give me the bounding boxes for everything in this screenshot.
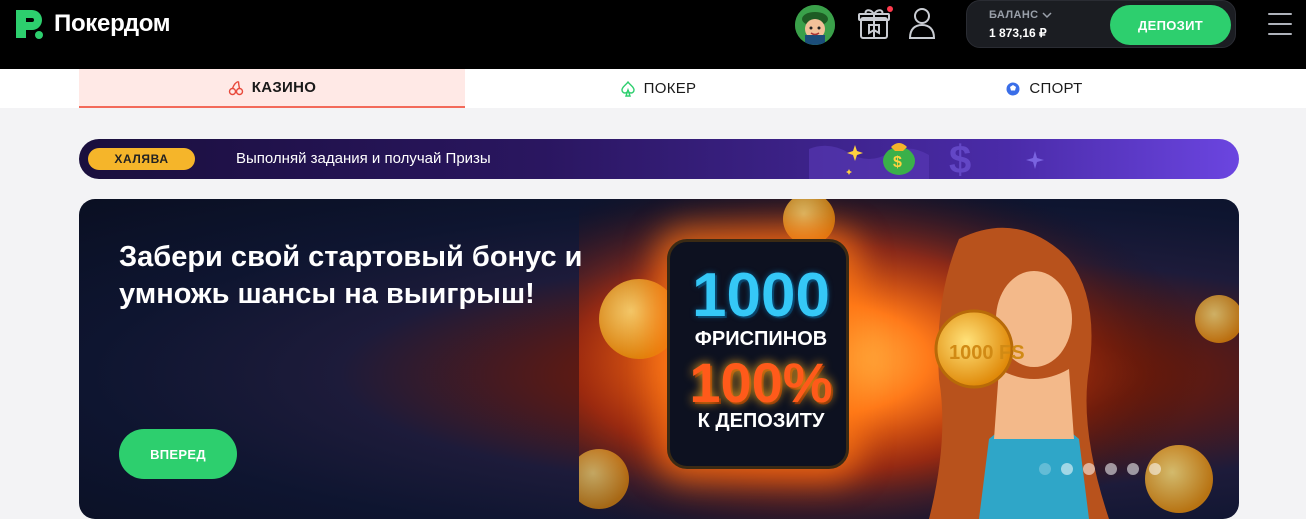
gift-icon[interactable] [858,6,890,40]
brand-name: Покердом [54,10,171,37]
carousel-dot[interactable] [1105,463,1117,475]
tab-poker-label: ПОКЕР [643,80,697,97]
promo-text: Выполняй задания и получай Призы [236,150,491,167]
chevron-down-icon [1041,12,1052,19]
spade-icon [620,80,635,97]
ball-icon [1006,82,1020,95]
money-bag-icon: $ $ [809,139,1044,179]
avatar-face-icon [795,5,835,45]
freespins-label: ФРИСПИНОВ [694,328,828,350]
balance-value: 1 873,16 ₽ [989,26,1047,40]
category-tabs: КАЗИНО ПОКЕР СПОРТ [0,69,1306,108]
next-button[interactable]: ВПЕРЕД [119,429,237,479]
banner-title: Забери свой стартовый бонус и умножь шан… [119,241,583,310]
tab-sport-label: СПОРТ [1029,80,1083,97]
deposit-percent: 100% [689,351,833,414]
freespins-number: 1000 [692,261,830,330]
balance-label-text: БАЛАНС [989,9,1039,21]
brand-logo[interactable]: Покердом [12,8,171,40]
pokerdom-logo-icon [16,10,43,39]
tab-poker[interactable]: ПОКЕР [465,69,851,108]
deposit-bonus-label: К ДЕПОЗИТУ [697,410,825,432]
bonus-card: 1000 ФРИСПИНОВ 100% К ДЕПОЗИТУ [667,239,849,469]
quests-promo-strip[interactable]: ХАЛЯВА Выполняй задания и получай Призы … [79,139,1239,179]
freebie-badge: ХАЛЯВА [88,148,195,170]
balance-label[interactable]: БАЛАНС [989,9,1052,21]
hamburger-menu-icon[interactable] [1268,13,1292,35]
user-icon[interactable] [907,6,937,40]
tab-sport[interactable]: СПОРТ [851,69,1237,108]
balance-panel: БАЛАНС 1 873,16 ₽ ДЕПОЗИТ [966,0,1236,48]
carousel-dot[interactable] [1039,463,1051,475]
notification-dot [887,6,893,12]
deposit-button[interactable]: ДЕПОЗИТ [1110,5,1231,45]
hero-banner[interactable]: 1000 FS Забери свой стартовый бонус и ум… [79,199,1239,519]
carousel-dots [1039,463,1161,475]
carousel-dot[interactable] [1149,463,1161,475]
carousel-dot[interactable] [1083,463,1095,475]
avatar[interactable] [795,5,835,45]
carousel-dot[interactable] [1061,463,1073,475]
tab-casino-label: КАЗИНО [251,79,317,96]
carousel-dot[interactable] [1127,463,1139,475]
cherries-icon [228,80,243,95]
svg-text:$: $ [949,139,971,179]
coin-label: 1000 FS [949,342,1025,364]
svg-text:$: $ [893,154,902,171]
top-header: Покердом БАЛАНС 1 873,16 ₽ ДЕПОЗИТ [0,0,1306,69]
tab-casino[interactable]: КАЗИНО [79,69,465,108]
